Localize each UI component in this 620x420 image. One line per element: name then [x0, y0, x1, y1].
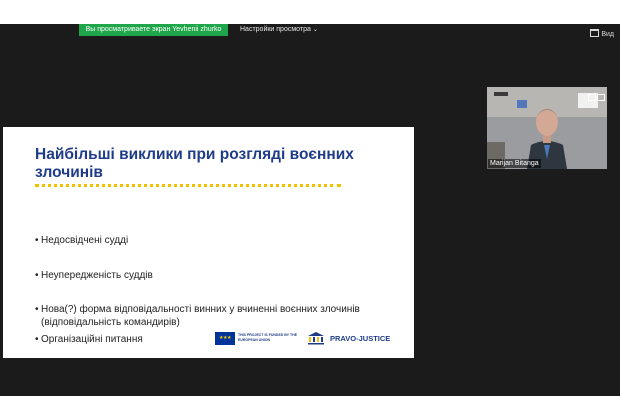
bullet-text: Нова(?) форма відповідальності винних у … [41, 304, 360, 328]
pravo-justice-logo-icon [308, 332, 324, 345]
participant-name: Marijan Bitanga [488, 159, 541, 168]
eu-funding-text: THIS PROJECT IS FUNDED BY THE EUROPEAN U… [238, 333, 298, 342]
tile-option-icon [597, 94, 605, 101]
bullet-dot: • [35, 304, 39, 315]
slide-title: Найбільші виклики при розгляді воєнних з… [35, 146, 354, 181]
bullet-item: • Неупередженість суддів [35, 269, 365, 282]
bullet-item: • Недосвідчені судді [35, 234, 365, 247]
view-options-button[interactable]: Настройки просмотра ⌄ [240, 24, 318, 36]
chevron-down-icon: ⌄ [312, 27, 318, 33]
tile-option-icon [588, 94, 596, 101]
view-button-label: Вид [601, 31, 614, 38]
title-underline [35, 184, 341, 187]
bullet-dot: • [35, 270, 39, 281]
bullet-dot: • [35, 334, 39, 345]
bullet-text: Неупередженість суддів [41, 270, 153, 281]
slide-footer: ★★★ THIS PROJECT IS FUNDED BY THE EUROPE… [215, 330, 395, 346]
window-icon [590, 29, 600, 37]
pravo-justice-label: PRAVO-JUSTICE [330, 334, 391, 343]
meeting-window: Вы просматриваете экран Yevhenii zhurko … [0, 24, 620, 396]
bullet-item: • Нова(?) форма відповідальності винних … [35, 303, 365, 329]
bullet-text: Недосвідчені судді [41, 235, 129, 246]
tile-options[interactable] [587, 88, 605, 106]
shared-slide: Найбільші виклики при розгляді воєнних з… [3, 127, 414, 358]
eu-flag-icon: ★★★ [215, 332, 235, 345]
screen-share-banner: Вы просматриваете экран Yevhenii zhurko [79, 24, 228, 36]
view-button[interactable]: Вид [590, 29, 614, 39]
view-options-label: Настройки просмотра [240, 26, 311, 33]
bullet-dot: • [35, 235, 39, 246]
participant-video-tile[interactable]: Marijan Bitanga [487, 87, 607, 169]
